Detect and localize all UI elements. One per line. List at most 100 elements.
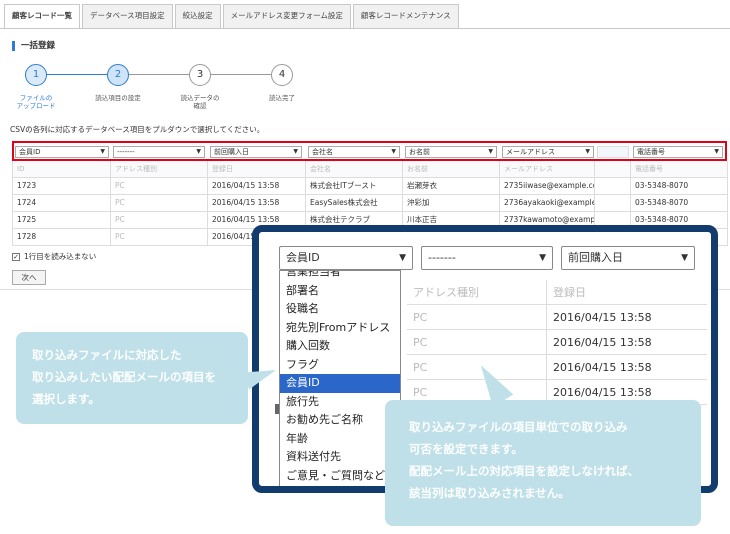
zoom-select-col-1[interactable]: 会員ID ▼ — [279, 246, 413, 270]
table-cell: PC — [111, 178, 208, 195]
column-header: 登録日 — [208, 161, 306, 178]
mapping-select-col-3[interactable]: 前回購入日 ▼ — [210, 146, 302, 158]
dropdown-option[interactable]: 営業担当者 — [280, 271, 400, 282]
tab-filter-settings[interactable]: 絞込設定 — [174, 4, 221, 28]
dropdown-option[interactable]: 資料送付先 — [280, 448, 400, 467]
table-cell: 2736ayakaoki@example.com — [500, 195, 595, 212]
tab-record-maintenance[interactable]: 顧客レコードメンテナンス — [352, 4, 459, 28]
table-cell: 2016/04/15 13:58 — [553, 336, 652, 349]
zoom-header-row: アドレス種別 登録日 — [407, 280, 707, 305]
column-header: アドレス種別 — [111, 161, 208, 178]
dropdown-option[interactable]: 宛先別Fromアドレス — [280, 319, 400, 338]
callout-line: 選択します。 — [32, 392, 100, 406]
table-row: 1723 PC 2016/04/15 13:58 株式会社ITブースト 岩瀬芽衣… — [13, 178, 728, 195]
table-row: PC 2016/04/15 13:58 — [407, 330, 707, 355]
chevron-down-icon: ▼ — [399, 253, 406, 263]
table-cell: PC — [111, 195, 208, 212]
column-header: 電話番号 — [631, 161, 728, 178]
callout-line: 取り込みしたい配配メールの項目を — [32, 370, 216, 384]
table-cell: 2016/04/15 13:58 — [553, 361, 652, 374]
skip-first-row-label: 1行目を読み込まない — [24, 252, 97, 261]
dropdown-option[interactable]: ご意見・ご質問など — [280, 467, 400, 486]
dropdown-option[interactable]: フラグ — [280, 356, 400, 375]
callout-line: 可否を設定できます。 — [409, 442, 523, 456]
table-cell: 岩瀬芽衣 — [403, 178, 500, 195]
table-cell: 1728 — [13, 229, 111, 246]
chevron-down-icon: ▼ — [585, 148, 590, 155]
tab-bar: 顧客レコード一覧 データベース項目設定 絞込設定 メールアドレス変更フォーム設定… — [4, 4, 461, 29]
tab-email-change-form[interactable]: メールアドレス変更フォーム設定 — [222, 4, 351, 28]
column-header: メールアドレス — [500, 161, 595, 178]
dropdown-option[interactable]: 購入回数 — [280, 337, 400, 356]
dropdown-option-selected[interactable]: 会員ID — [280, 374, 400, 393]
mapping-select-col-1[interactable]: 会員ID ▼ — [15, 146, 109, 158]
table-row: PC 2016/04/15 13:58 — [407, 355, 707, 380]
step-1: 1 — [25, 64, 47, 86]
callout-line: 取り込みファイルの項目単位での取り込み — [409, 420, 628, 434]
step-3-label: 読込データの 確認 — [180, 94, 220, 110]
chevron-down-icon: ▼ — [539, 253, 546, 263]
column-header: 登録日 — [553, 286, 586, 299]
chevron-down-icon: ▼ — [391, 148, 396, 155]
table-cell: 2016/04/15 13:58 — [208, 178, 306, 195]
field-dropdown-list[interactable]: 営業担当者 部署名 役職名 宛先別Fromアドレス 購入回数 フラグ 会員ID … — [279, 270, 401, 486]
callout-line: 取り込みファイルに対応した — [32, 348, 182, 362]
table-cell — [595, 195, 631, 212]
callout-select-field: 取り込みファイルに対応した 取り込みしたい配配メールの項目を 選択します。 — [16, 332, 248, 424]
checkbox-checked-icon[interactable]: ✓ — [12, 252, 20, 261]
table-cell: PC — [111, 212, 208, 229]
mapping-select-col-2[interactable]: ------- ▼ — [113, 146, 205, 158]
table-cell: 1724 — [13, 195, 111, 212]
table-cell: 1725 — [13, 212, 111, 229]
column-header — [595, 161, 631, 178]
step-2-label: 読込項目の設定 — [95, 94, 141, 102]
dropdown-option[interactable]: 旅行先 — [280, 393, 400, 412]
mapping-select-col-4[interactable]: 会社名 ▼ — [308, 146, 400, 158]
table-cell: 2735iiwase@example.com — [500, 178, 595, 195]
dropdown-option[interactable]: お勧め先ご名称 — [280, 411, 400, 430]
callout-line: 該当列は取り込みされません。 — [409, 486, 570, 500]
tab-database-fields[interactable]: データベース項目設定 — [82, 4, 173, 28]
callout-import-setting: 取り込みファイルの項目単位での取り込み 可否を設定できます。 配配メール上の対応… — [385, 400, 701, 526]
zoom-select-col-2[interactable]: ------- ▼ — [421, 246, 553, 270]
instruction-text: CSVの各列に対応するデータベース項目をプルダウンで選択してください。 — [10, 125, 265, 134]
skip-first-row-option[interactable]: ✓ 1行目を読み込まない — [12, 251, 96, 262]
step-4-label: 読込完了 — [269, 94, 295, 102]
table-cell: 株式会社ITブースト — [306, 178, 403, 195]
column-header: ID — [13, 161, 111, 178]
table-cell: 03-5348-8070 — [631, 178, 728, 195]
step-4: 4 — [271, 64, 293, 86]
dropdown-option[interactable]: 役職名 — [280, 300, 400, 319]
table-cell: 2016/04/15 13:58 — [208, 195, 306, 212]
next-button[interactable]: 次へ — [12, 270, 46, 285]
table-cell: PC — [407, 330, 547, 355]
zoom-data-grid: アドレス種別 登録日 PC 2016/04/15 13:58 PC 2016/0… — [407, 280, 707, 405]
mapping-select-row: 会員ID ▼ ------- ▼ 前回購入日 ▼ 会社名 ▼ お名前 ▼ メールアドレス ▼… — [12, 141, 727, 161]
step-connector — [129, 74, 189, 75]
step-3: 3 — [189, 64, 211, 86]
table-row: PC 2016/04/15 13:58 — [407, 305, 707, 330]
mapping-select-col-8[interactable]: 電話番号 ▼ — [633, 146, 723, 158]
table-cell: 沖彩加 — [403, 195, 500, 212]
chevron-down-icon: ▼ — [293, 148, 298, 155]
mapping-select-col-5[interactable]: お名前 ▼ — [405, 146, 497, 158]
chevron-down-icon: ▼ — [714, 148, 719, 155]
stepper: 1 2 3 4 ファイルの アップロード 読込項目の設定 読込データの 確認 読… — [0, 62, 330, 112]
zoom-select-col-3[interactable]: 前回購入日 ▼ — [561, 246, 695, 270]
table-cell: 2016/04/15 13:58 — [553, 311, 652, 324]
page-title: 一括登録 — [12, 41, 55, 51]
table-cell: EasySales株式会社 — [306, 195, 403, 212]
callout-line: 配配メール上の対応項目を設定しなければ、 — [409, 464, 639, 478]
tab-customer-list[interactable]: 顧客レコード一覧 — [4, 4, 80, 29]
table-cell: 1723 — [13, 178, 111, 195]
table-cell: PC — [111, 229, 208, 246]
step-connector — [47, 74, 107, 75]
mapping-select-col-6[interactable]: メールアドレス ▼ — [502, 146, 594, 158]
dropdown-option[interactable]: 部署名 — [280, 282, 400, 301]
chevron-down-icon: ▼ — [681, 253, 688, 263]
mapping-select-col-7[interactable] — [597, 146, 629, 158]
step-1-label: ファイルの アップロード — [16, 94, 56, 110]
table-cell: 03-5348-8070 — [631, 195, 728, 212]
table-cell: PC — [407, 305, 547, 330]
dropdown-option[interactable]: 年齢 — [280, 430, 400, 449]
